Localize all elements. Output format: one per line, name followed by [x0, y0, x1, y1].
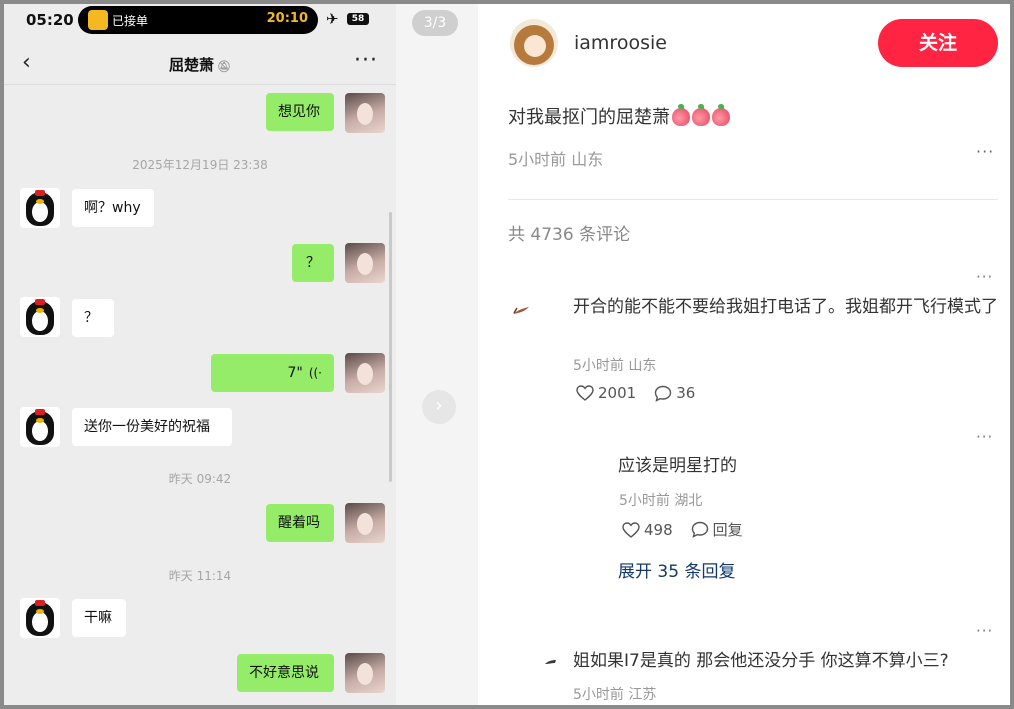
airplane-mode-icon: ✈ — [326, 10, 339, 28]
commenter-avatar[interactable] — [540, 652, 562, 674]
like-count: 498 — [644, 520, 673, 539]
commenter-avatar[interactable] — [510, 298, 532, 320]
chat-bubble-icon — [691, 521, 708, 538]
follow-button[interactable]: 关注 — [878, 19, 998, 67]
comment-more-icon[interactable]: ··· — [976, 268, 993, 286]
reply-button[interactable]: 回复 — [691, 519, 743, 540]
voice-duration: 7" — [287, 365, 303, 381]
message-bubble-sent[interactable]: 醒着吗 — [266, 504, 334, 542]
status-bar: 05:20 已接单 20:10 ✈ 58 — [4, 4, 396, 36]
message-bubble-sent[interactable]: ？ — [292, 244, 334, 282]
chat-nav-bar: ‹ 屈楚萧 🔕︎ ··· — [4, 42, 396, 85]
message-bubble-received[interactable]: 送你一份美好的祝福 — [72, 408, 232, 446]
mute-bell-icon: 🔕︎ — [217, 60, 231, 73]
island-time: 20:10 — [266, 11, 308, 26]
message-bubble-sent[interactable]: 不好意思说 — [237, 654, 334, 692]
my-avatar[interactable] — [345, 353, 385, 393]
message-bubble-sent[interactable]: 想见你 — [266, 93, 334, 131]
author-name[interactable]: iamroosie — [574, 32, 667, 54]
post-meta: 5小时前 山东 — [508, 150, 604, 169]
voice-message-bubble[interactable]: 7" ((· — [211, 354, 334, 392]
my-avatar[interactable] — [345, 653, 385, 693]
comment-more-icon[interactable]: ··· — [976, 622, 993, 640]
my-avatar[interactable] — [345, 503, 385, 543]
author-avatar[interactable] — [510, 19, 558, 67]
chat-title-text: 屈楚萧 — [169, 56, 215, 74]
heart-icon — [622, 521, 640, 538]
reply-button[interactable]: 36 — [654, 384, 695, 402]
reply-label: 回复 — [712, 521, 743, 539]
peer-avatar[interactable] — [20, 188, 60, 228]
comment-actions: 2001 36 — [576, 384, 713, 402]
divider — [508, 199, 998, 200]
expand-replies-link[interactable]: 展开 35 条回复 — [618, 557, 735, 582]
comment-meta: 5小时前 江苏 — [573, 687, 657, 703]
dynamic-island: 已接单 20:10 — [78, 6, 318, 34]
chat-screenshot: 05:20 已接单 20:10 ✈ 58 ‹ 屈楚萧 🔕︎ ··· 想见你 202… — [4, 4, 396, 705]
like-button[interactable]: 498 — [622, 521, 673, 539]
comment-count: 共 4736 条评论 — [508, 225, 631, 245]
comment-text: 姐如果I7是真的 那会他还没分手 你这算不算小三? — [573, 651, 949, 671]
image-gallery-strip: 3/3 › — [396, 4, 478, 705]
message-bubble-received[interactable]: ？ — [72, 299, 114, 337]
heart-icon — [576, 385, 594, 401]
comment-text: 开合的能不能不要给我姐打电话了。我姐都开飞行模式了 — [573, 297, 998, 317]
peach-emoji-icon — [672, 104, 690, 126]
like-count: 2001 — [598, 384, 637, 402]
peer-avatar[interactable] — [20, 407, 60, 447]
battery-icon: 58 — [347, 13, 369, 25]
reply-actions: 498 回复 — [622, 519, 761, 540]
chat-title: 屈楚萧 🔕︎ — [4, 54, 396, 75]
post-more-icon[interactable]: ··· — [976, 142, 994, 161]
scrollbar[interactable] — [389, 212, 392, 482]
screenshot-frame: 05:20 已接单 20:10 ✈ 58 ‹ 屈楚萧 🔕︎ ··· 想见你 202… — [0, 0, 1014, 709]
my-avatar[interactable] — [345, 93, 385, 133]
peer-avatar[interactable] — [20, 598, 60, 638]
my-avatar[interactable] — [345, 243, 385, 283]
island-label: 已接单 — [112, 14, 149, 28]
comment-more-icon[interactable]: ··· — [976, 428, 993, 446]
reply-count: 36 — [676, 384, 696, 402]
peach-emoji-icon — [712, 104, 730, 126]
chat-timestamp: 2025年12月19日 23:38 — [132, 158, 268, 172]
chat-timestamp: 昨天 09:42 — [168, 472, 232, 486]
next-image-button[interactable]: › — [422, 390, 456, 424]
peach-emoji-icon — [692, 104, 710, 126]
like-button[interactable]: 2001 — [576, 384, 636, 402]
reply-meta: 5小时前 湖北 — [619, 493, 703, 509]
message-bubble-received[interactable]: 干嘛 — [72, 599, 126, 637]
delivery-app-icon — [88, 10, 108, 30]
comment-meta: 5小时前 山东 — [573, 358, 657, 374]
status-time: 05:20 — [26, 11, 74, 29]
chat-bubble-icon — [654, 385, 672, 402]
page-indicator: 3/3 — [412, 10, 458, 36]
more-options-icon[interactable]: ··· — [354, 48, 378, 73]
peer-avatar[interactable] — [20, 297, 60, 337]
reply-text: 应该是明星打的 — [618, 456, 737, 476]
voice-wave-icon: ((· — [308, 366, 322, 380]
message-bubble-received[interactable]: 啊？why — [72, 189, 154, 227]
post-panel: iamroosie 关注 对我最抠门的屈楚萧 5小时前 山东 ··· 共 473… — [478, 4, 1010, 705]
post-title-text: 对我最抠门的屈楚萧 — [508, 107, 670, 128]
post-title: 对我最抠门的屈楚萧 — [508, 103, 730, 129]
chat-timestamp: 昨天 11:14 — [168, 569, 232, 583]
